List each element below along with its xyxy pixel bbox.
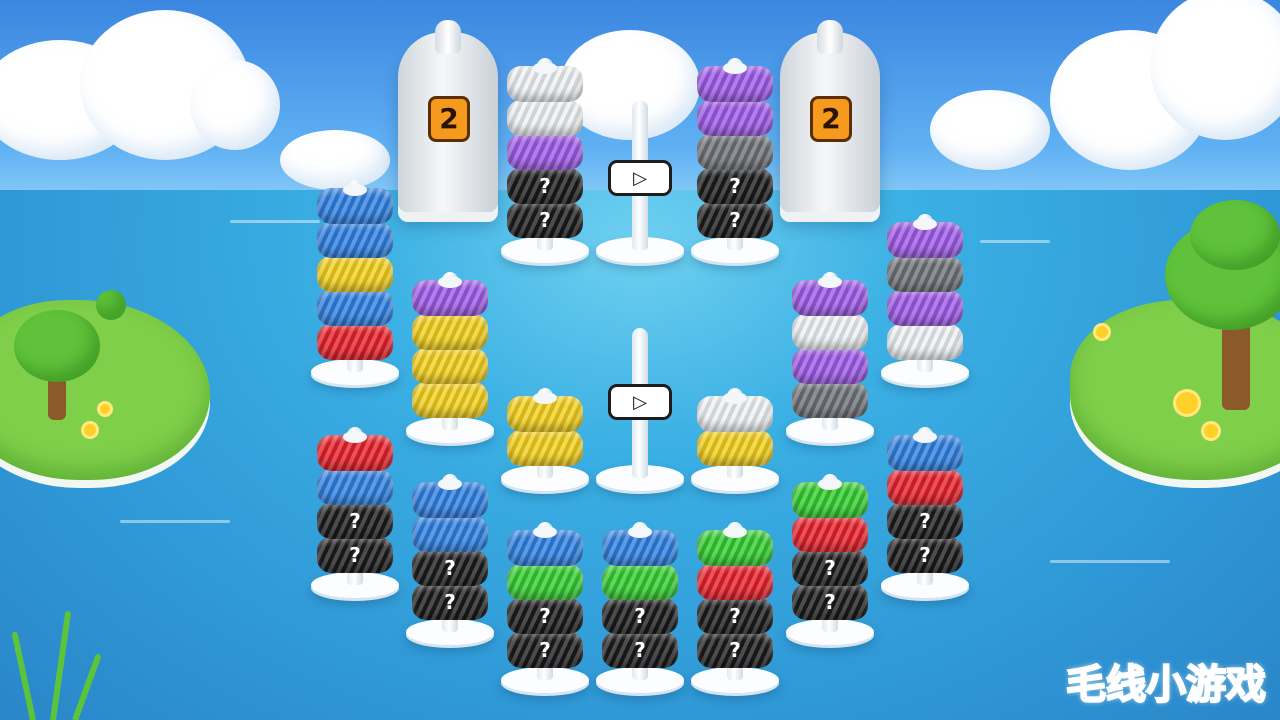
yarn-ring-purple: [887, 290, 963, 326]
cloud-icon: [190, 60, 280, 150]
question-mark-icon: ?: [539, 604, 551, 628]
yarn-ring-yellow: [507, 392, 583, 432]
yarn-ring-purple: [507, 134, 583, 170]
yarn-ring-yellow: [317, 256, 393, 292]
question-mark-icon: ?: [729, 604, 741, 628]
water-sparkle: [980, 240, 1050, 243]
yarn-ring-purple: [792, 276, 868, 316]
yarn-ring-red: [697, 564, 773, 600]
water-sparkle: [1050, 560, 1170, 563]
yarn-ring-green: [792, 478, 868, 518]
watermark-text: 毛线小游戏: [1065, 661, 1267, 709]
yarn-ring-white: [887, 324, 963, 360]
yarn-ring-red: [317, 431, 393, 471]
question-mark-icon: ?: [444, 556, 456, 580]
yarn-ring-yellow: [697, 430, 773, 466]
yarn-ring-purple: [792, 348, 868, 384]
yarn-ring-blue: [317, 184, 393, 224]
yarn-ring-blue: [412, 478, 488, 518]
yarn-ring-purple: [697, 100, 773, 136]
yarn-ring-green: [697, 526, 773, 566]
question-mark-icon: ?: [824, 590, 836, 614]
watch-ad-button-top[interactable]: ▷: [608, 160, 672, 196]
yarn-ring-blue: [317, 290, 393, 326]
unlock-cost-badge: 2: [810, 96, 852, 142]
yarn-ring-blue: [507, 526, 583, 566]
yarn-ring-yellow: [412, 314, 488, 350]
yarn-ring-red: [792, 516, 868, 552]
yarn-ring-yellow: [507, 430, 583, 466]
locked-rod-left[interactable]: 2: [398, 20, 498, 212]
question-mark-icon: ?: [539, 208, 551, 232]
rod-knob: [435, 20, 461, 54]
question-mark-icon: ?: [729, 174, 741, 198]
question-mark-icon: ?: [539, 174, 551, 198]
question-mark-icon: ?: [444, 590, 456, 614]
watch-ad-button-middle[interactable]: ▷: [608, 384, 672, 420]
yarn-ring-purple: [412, 276, 488, 316]
yarn-ring-white: [792, 314, 868, 350]
yarn-ring-purple: [887, 218, 963, 258]
question-mark-icon: ?: [729, 638, 741, 662]
yarn-ring-white: [697, 392, 773, 432]
yarn-ring-blue: [412, 516, 488, 552]
yarn-ring-white: [507, 100, 583, 136]
game-scene: 2 2 ?????????????????? ▷ ▷ 毛线小游戏: [0, 0, 1280, 720]
bush-icon: [96, 290, 126, 320]
question-mark-icon: ?: [539, 638, 551, 662]
play-video-icon: ▷: [633, 391, 647, 413]
flower-icon: [1096, 326, 1108, 338]
play-video-icon: ▷: [633, 167, 647, 189]
cloud-icon: [930, 90, 1050, 170]
cloud-icon: [280, 130, 390, 190]
yarn-ring-yellow: [412, 348, 488, 384]
question-mark-icon: ?: [349, 509, 361, 533]
question-mark-icon: ?: [634, 638, 646, 662]
question-mark-icon: ?: [349, 543, 361, 567]
yarn-ring-purple: [697, 62, 773, 102]
water-sparkle: [120, 520, 230, 523]
water-sparkle: [230, 220, 320, 223]
flower-icon: [1204, 424, 1218, 438]
yarn-ring-blue: [317, 222, 393, 258]
yarn-ring-white: [507, 62, 583, 102]
yarn-ring-gray: [792, 382, 868, 418]
unlock-cost-badge: 2: [428, 96, 470, 142]
tree-icon: [1190, 200, 1280, 270]
yarn-ring-yellow: [412, 382, 488, 418]
question-mark-icon: ?: [824, 556, 836, 580]
yarn-ring-gray: [697, 134, 773, 170]
question-mark-icon: ?: [919, 509, 931, 533]
locked-rod-right[interactable]: 2: [780, 20, 880, 212]
question-mark-icon: ?: [634, 604, 646, 628]
flower-icon: [84, 424, 96, 436]
rod-knob: [817, 20, 843, 54]
yarn-ring-gray: [887, 256, 963, 292]
yarn-ring-green: [507, 564, 583, 600]
yarn-ring-green: [602, 564, 678, 600]
question-mark-icon: ?: [919, 543, 931, 567]
yarn-ring-blue: [887, 431, 963, 471]
tree-icon: [14, 310, 100, 382]
yarn-ring-red: [317, 324, 393, 360]
question-mark-icon: ?: [729, 208, 741, 232]
flower-icon: [100, 404, 110, 414]
yarn-ring-red: [887, 469, 963, 505]
yarn-ring-blue: [317, 469, 393, 505]
flower-icon: [1176, 392, 1198, 414]
yarn-ring-blue: [602, 526, 678, 566]
